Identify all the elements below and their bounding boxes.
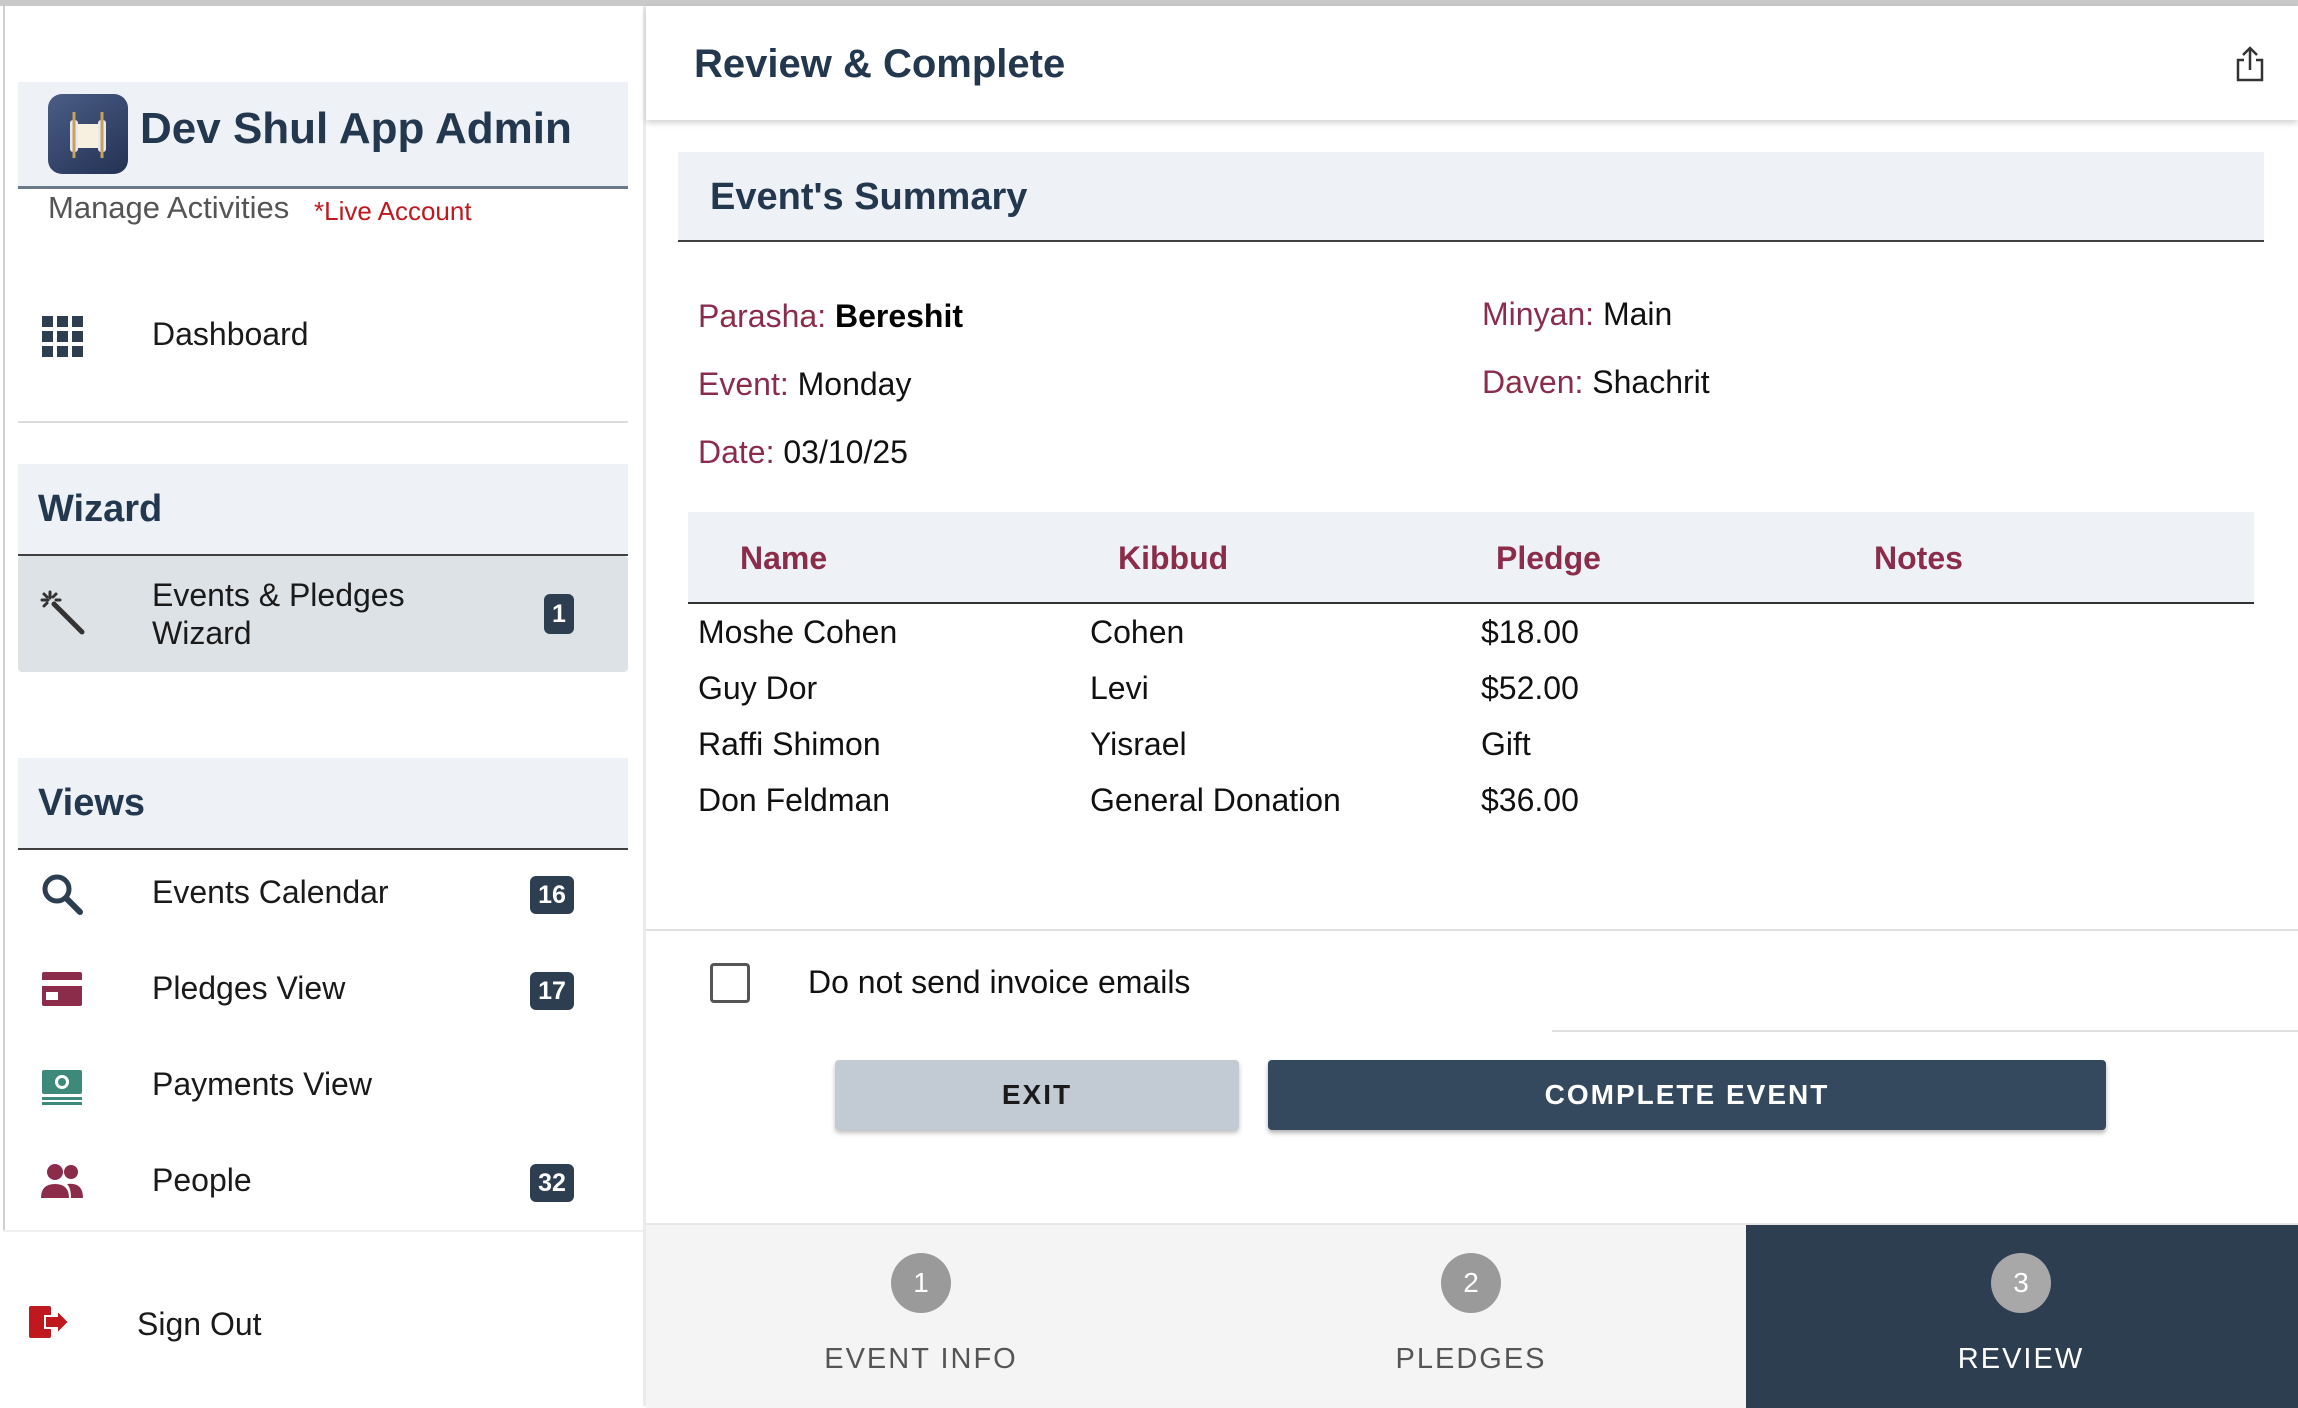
wizard-stepper: 1 EVENT INFO 2 PLEDGES 3 REVIEW — [646, 1223, 2298, 1408]
divider — [646, 929, 2298, 931]
cell-pledge: $52.00 — [1481, 670, 1579, 706]
sidebar-item-label: Events Calendar — [152, 874, 389, 910]
step-number: 2 — [1441, 1253, 1501, 1313]
share-icon[interactable] — [2234, 46, 2266, 82]
column-header-pledge: Pledge — [1496, 540, 1601, 576]
count-badge: 17 — [530, 972, 574, 1010]
step-event-info[interactable]: 1 EVENT INFO — [646, 1225, 1196, 1408]
table-row: Raffi Shimon Yisrael Gift — [688, 726, 2254, 782]
sidebar-item-label: People — [152, 1162, 252, 1198]
cell-name: Raffi Shimon — [698, 726, 881, 762]
table-header: Name Kibbud Pledge Notes — [688, 512, 2254, 604]
field-value: Shachrit — [1592, 364, 1710, 400]
sidebar-item-pledges-view[interactable]: Pledges View 17 — [18, 944, 628, 1034]
no-invoice-label: Do not send invoice emails — [808, 964, 1191, 1000]
column-header-kibbud: Kibbud — [1118, 540, 1229, 576]
credit-card-icon — [42, 972, 82, 1006]
sign-out-icon — [29, 1306, 71, 1338]
subtitle: Manage Activities — [48, 190, 290, 225]
field-value: Monday — [797, 366, 912, 402]
label-line1: Events & Pledges — [152, 577, 405, 613]
money-icon — [42, 1070, 82, 1105]
step-label: PLEDGES — [1395, 1343, 1547, 1375]
field-value: Bereshit — [834, 298, 964, 334]
cell-kibbud: Yisrael — [1090, 726, 1187, 762]
column-header-notes: Notes — [1874, 540, 1963, 576]
sidebar-item-label: Pledges View — [152, 970, 346, 1006]
minyan-field: Minyan: Main — [1482, 296, 1672, 333]
cell-pledge: $18.00 — [1481, 614, 1579, 650]
cell-name: Guy Dor — [698, 670, 818, 706]
page-title: Review & Complete — [694, 42, 1066, 86]
cell-kibbud: Levi — [1090, 670, 1149, 706]
sidebar-item-sign-out[interactable]: Sign Out — [3, 1230, 643, 1408]
section-title: Views — [38, 782, 146, 824]
step-number: 3 — [1991, 1253, 2051, 1313]
step-number: 1 — [891, 1253, 951, 1313]
sidebar-item-payments-view[interactable]: Payments View — [18, 1040, 628, 1130]
section-views: Views — [18, 758, 628, 850]
sidebar-item-label: Dashboard — [152, 316, 309, 352]
field-label: Parasha: — [698, 298, 827, 334]
table-row: Guy Dor Levi $52.00 — [688, 670, 2254, 726]
people-icon — [41, 1164, 83, 1198]
cell-kibbud: Cohen — [1090, 614, 1185, 650]
count-badge: 1 — [544, 594, 574, 634]
table-row: Don Feldman General Donation $36.00 — [688, 782, 2254, 838]
section-title: Event's Summary — [710, 176, 1028, 218]
cell-pledge: Gift — [1481, 726, 1531, 762]
date-field: Date: 03/10/25 — [698, 434, 908, 471]
grid-icon — [42, 316, 83, 357]
section-title: Wizard — [38, 488, 163, 530]
cell-pledge: $36.00 — [1481, 782, 1579, 818]
step-label: EVENT INFO — [824, 1343, 1018, 1375]
sidebar-item-people[interactable]: People 32 — [18, 1136, 628, 1226]
section-wizard: Wizard — [18, 464, 628, 556]
summary-section-header: Event's Summary — [678, 152, 2264, 242]
app-title: Dev Shul App Admin — [140, 104, 572, 153]
label-line2: Wizard — [152, 615, 252, 651]
sidebar-item-events-calendar[interactable]: Events Calendar 16 — [18, 848, 628, 938]
field-value: Main — [1602, 296, 1673, 332]
cell-name: Moshe Cohen — [698, 614, 898, 650]
step-pledges[interactable]: 2 PLEDGES — [1196, 1225, 1746, 1408]
sidebar-item-label: Sign Out — [137, 1306, 262, 1342]
exit-button[interactable]: EXIT — [835, 1060, 1239, 1130]
field-label: Date: — [698, 434, 775, 470]
app-logo — [48, 94, 128, 174]
magic-wand-icon — [40, 590, 85, 635]
count-badge: 32 — [530, 1164, 574, 1202]
sidebar-item-events-pledges-wizard[interactable]: Events & Pledges Wizard 1 — [18, 556, 628, 672]
account-status: *Live Account — [314, 196, 472, 226]
cell-kibbud: General Donation — [1090, 782, 1341, 818]
no-invoice-checkbox[interactable] — [710, 963, 750, 1003]
column-header-name: Name — [740, 540, 828, 576]
field-label: Daven: — [1482, 364, 1584, 400]
daven-field: Daven: Shachrit — [1482, 364, 1710, 401]
divider — [1552, 1030, 2298, 1032]
brand-header: Dev Shul App Admin — [18, 82, 628, 189]
sidebar-divider — [643, 6, 646, 1406]
parasha-field: Parasha: Bereshit — [698, 298, 963, 335]
sidebar-item-dashboard[interactable]: Dashboard — [18, 290, 628, 380]
complete-event-button[interactable]: COMPLETE EVENT — [1268, 1060, 2106, 1130]
step-label: REVIEW — [1957, 1343, 2085, 1375]
sidebar-item-label: Events & Pledges Wizard — [152, 576, 405, 652]
count-badge: 16 — [530, 876, 574, 914]
page-header: Review & Complete — [646, 6, 2298, 120]
field-label: Minyan: — [1482, 296, 1595, 332]
step-review[interactable]: 3 REVIEW — [1746, 1225, 2298, 1408]
sidebar-item-label: Payments View — [152, 1066, 372, 1102]
divider — [18, 421, 628, 423]
field-label: Event: — [698, 366, 789, 402]
field-value: 03/10/25 — [783, 434, 908, 470]
torah-scroll-icon — [70, 112, 106, 158]
search-icon — [42, 874, 83, 915]
event-field: Event: Monday — [698, 366, 911, 403]
table-row: Moshe Cohen Cohen $18.00 — [688, 614, 2254, 670]
cell-name: Don Feldman — [698, 782, 891, 818]
